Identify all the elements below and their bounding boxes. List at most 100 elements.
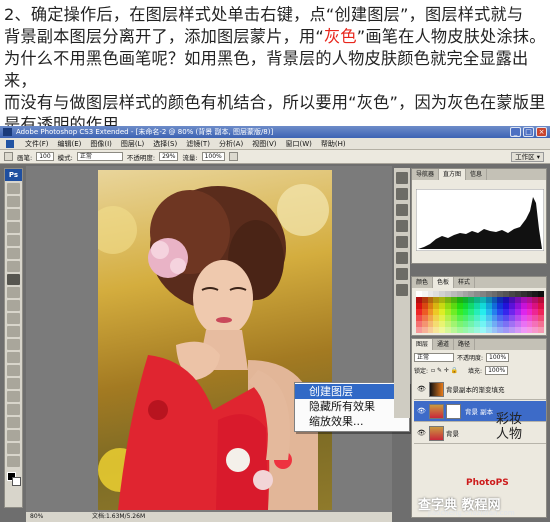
context-menu-hide-all-effects[interactable]: 隐藏所有效果 [295, 399, 409, 414]
menu-window[interactable]: 窗口(W) [285, 139, 311, 149]
ps-menu-icon [6, 139, 14, 148]
tab-histogram[interactable]: 直方图 [439, 169, 467, 180]
opacity-input[interactable]: 29% [159, 152, 179, 161]
swatches-panel-tabs: 颜色 色板 样式 [412, 277, 546, 288]
brush-size-picker[interactable]: 100 [36, 152, 54, 161]
tab-styles[interactable]: 样式 [454, 277, 476, 288]
layer-mask-thumbnail[interactable] [446, 403, 461, 419]
layer-background[interactable]: 👁 背景 [414, 423, 546, 444]
tab-channels[interactable]: 通道 [433, 339, 455, 350]
tab-color[interactable]: 颜色 [412, 277, 434, 288]
lock-icons[interactable]: ▫ ✎ ✛ 🔒 [431, 367, 465, 374]
background-color-swatch[interactable] [12, 477, 21, 486]
blend-mode-select[interactable]: 正常 [414, 352, 454, 362]
brushes-panel-icon[interactable] [396, 172, 408, 184]
swatch-grid[interactable] [416, 291, 544, 333]
tool-presets-panel-icon[interactable] [396, 188, 408, 200]
tab-swatches[interactable]: 色板 [433, 277, 455, 288]
menu-edit[interactable]: 编辑(E) [58, 139, 82, 149]
zoom-tool-icon[interactable] [7, 456, 20, 467]
brush-tool-active-icon[interactable] [7, 274, 20, 285]
layers-panel: 图层 通道 路径 正常 不透明度: 100% 锁定: ▫ ✎ ✛ 🔒 填充: 1… [411, 338, 547, 518]
history-panel-icon[interactable] [396, 220, 408, 232]
tab-layers[interactable]: 图层 [412, 339, 434, 350]
menu-select[interactable]: 选择(S) [153, 139, 177, 149]
brush-tool-icon[interactable] [4, 152, 13, 161]
tab-navigator[interactable]: 导航器 [412, 169, 440, 180]
flow-input[interactable]: 100% [201, 152, 225, 161]
opacity-label: 不透明度: [126, 153, 156, 162]
slice-tool-icon[interactable] [7, 248, 20, 259]
layer-comps-panel-icon[interactable] [396, 284, 408, 296]
menu-layer[interactable]: 图层(L) [121, 139, 144, 149]
move-tool-icon[interactable] [7, 183, 20, 194]
layer-opacity-label: 不透明度: [457, 354, 484, 362]
gradient-tool-icon[interactable] [7, 326, 20, 337]
window-title: Adobe Photoshop CS3 Extended - [未命名-2 @ … [16, 128, 274, 136]
airbrush-icon[interactable] [228, 152, 238, 161]
context-menu-create-layer[interactable]: 创建图层 [295, 384, 409, 399]
magic-wand-tool-icon[interactable] [7, 222, 20, 233]
layer-gradient-fill[interactable]: 👁 背景副本的渐变填充 [414, 379, 546, 400]
minimize-button[interactable]: _ [510, 127, 521, 137]
eye-icon[interactable]: 👁 [417, 429, 426, 438]
tutorial-line-3: 为什么不用黑色画笔呢？如用黑色，背景层的人物皮肤颜色就完全显露出来， [4, 49, 529, 90]
dodge-tool-icon[interactable] [7, 352, 20, 363]
eyedropper-tool-icon[interactable] [7, 430, 20, 441]
menu-file[interactable]: 文件(F) [25, 139, 49, 149]
blur-tool-icon[interactable] [7, 339, 20, 350]
layers-panel-tabs: 图层 通道 路径 [412, 339, 546, 350]
tutorial-line-4: 而没有与做图层样式的颜色有机结合，所以要用“灰色”，因为灰色在蒙版里 [4, 93, 546, 112]
healing-tool-icon[interactable] [7, 261, 20, 272]
tutorial-line-2-start: 背景副本图层分离开了，添加图层蒙片，用“ [4, 27, 324, 46]
ps-app-icon [3, 128, 12, 136]
menu-bar: 文件(F) 编辑(E) 图像(I) 图层(L) 选择(S) 滤镜(T) 分析(A… [0, 138, 550, 150]
flow-label: 流量: [182, 153, 198, 162]
marquee-tool-icon[interactable] [7, 196, 20, 207]
tab-info[interactable]: 信息 [466, 169, 488, 180]
eraser-tool-icon[interactable] [7, 313, 20, 324]
context-menu-scale-effects[interactable]: 缩放效果... [295, 414, 409, 429]
crop-tool-icon[interactable] [7, 235, 20, 246]
fill-input[interactable]: 100% [485, 365, 509, 375]
eye-icon[interactable]: 👁 [417, 385, 426, 394]
pen-tool-icon[interactable] [7, 365, 20, 376]
canvas-photo[interactable] [98, 170, 332, 510]
menu-image[interactable]: 图像(I) [90, 139, 112, 149]
mode-select[interactable]: 正常 [76, 152, 123, 161]
options-bar: 画笔: 100 模式: 正常 不透明度: 29% 流量: 100% 工作区 ▾ [0, 150, 550, 164]
document-area [26, 166, 392, 512]
hand-tool-icon[interactable] [7, 443, 20, 454]
menu-analysis[interactable]: 分析(A) [219, 139, 243, 149]
layer-name: 背景 副本 [465, 408, 494, 416]
swatch-cell[interactable] [538, 327, 544, 333]
menu-view[interactable]: 视图(V) [252, 139, 276, 149]
menu-filter[interactable]: 滤镜(T) [186, 139, 210, 149]
path-select-tool-icon[interactable] [7, 391, 20, 402]
layer-thumbnail [429, 403, 444, 419]
tutorial-highlight-gray: 灰色 [323, 27, 357, 46]
mode-label: 模式: [57, 153, 73, 162]
maximize-button[interactable]: □ [523, 127, 534, 137]
zoom-level[interactable]: 80% [30, 513, 43, 520]
paragraph-panel-icon[interactable] [396, 268, 408, 280]
eye-icon[interactable]: 👁 [417, 407, 426, 416]
layer-background-copy[interactable]: 👁 背景 副本 [414, 401, 546, 422]
shape-tool-icon[interactable] [7, 404, 20, 415]
actions-panel-icon[interactable] [396, 236, 408, 248]
character-panel-icon[interactable] [396, 252, 408, 264]
menu-help[interactable]: 帮助(H) [321, 139, 346, 149]
clone-source-panel-icon[interactable] [396, 204, 408, 216]
lasso-tool-icon[interactable] [7, 209, 20, 220]
close-button[interactable]: × [536, 127, 547, 137]
type-tool-icon[interactable] [7, 378, 20, 389]
workspace-button[interactable]: 工作区 ▾ [511, 152, 544, 162]
tab-paths[interactable]: 路径 [454, 339, 476, 350]
layer-thumbnail [429, 381, 444, 397]
notes-tool-icon[interactable] [7, 417, 20, 428]
history-brush-tool-icon[interactable] [7, 300, 20, 311]
lock-fill-row: 锁定: ▫ ✎ ✛ 🔒 填充: 100% [414, 365, 546, 375]
stamp-tool-icon[interactable] [7, 287, 20, 298]
layer-opacity-input[interactable]: 100% [486, 352, 510, 362]
layer-thumbnail [429, 425, 444, 441]
